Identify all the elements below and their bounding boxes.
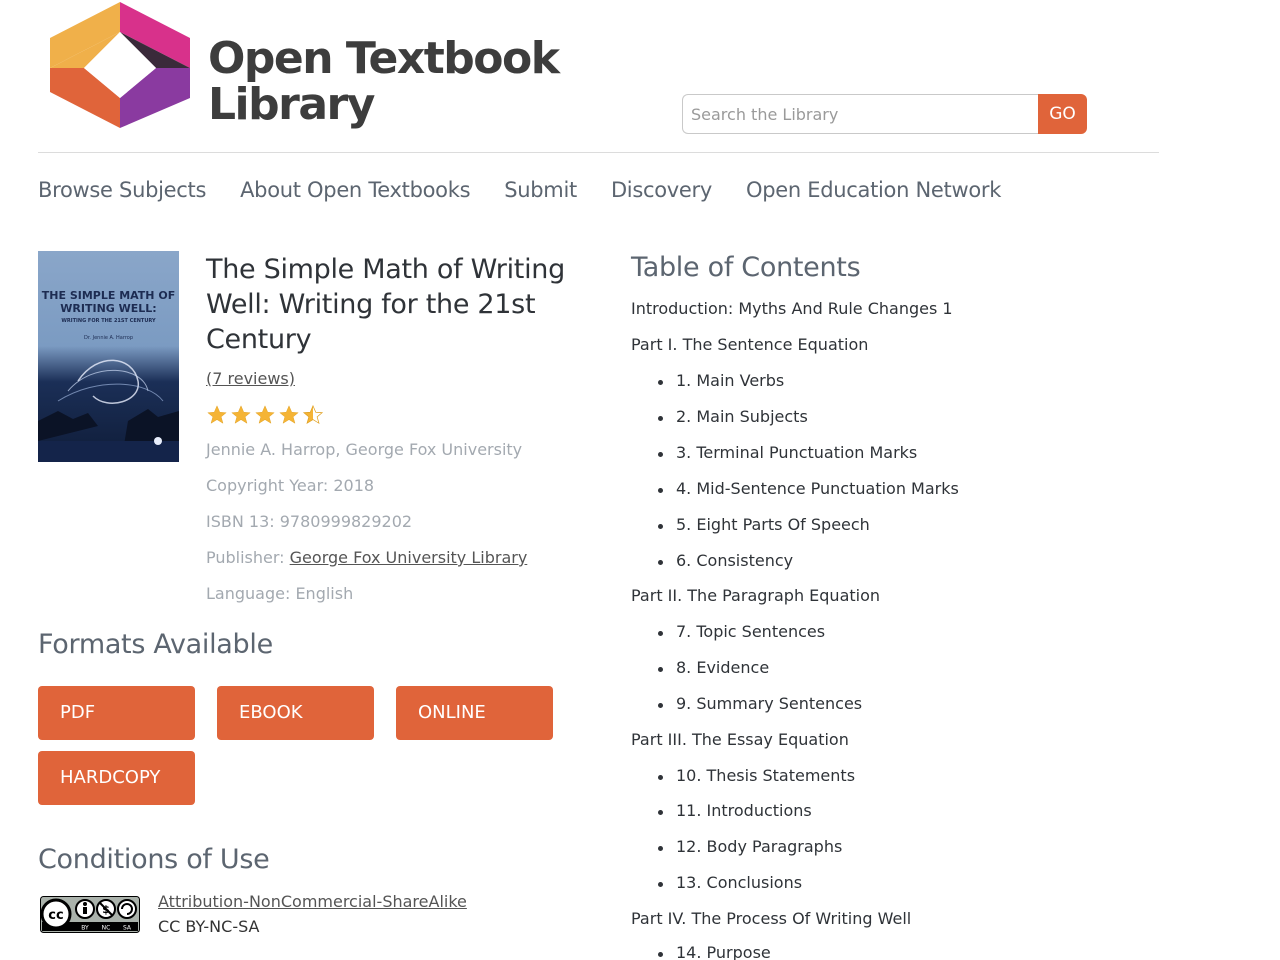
book-authors: Jennie A. Harrop, George Fox University	[206, 440, 523, 459]
language: Language: English	[206, 584, 354, 603]
toc-chapter[interactable]: 5. Eight Parts Of Speech	[658, 515, 870, 534]
license-name-link[interactable]: Attribution-NonCommercial-ShareAlike	[158, 892, 467, 911]
star-full-icon	[207, 405, 227, 424]
book-title: The Simple Math of Writing Well: Writing…	[206, 254, 565, 355]
toc-chapter[interactable]: 14. Purpose	[658, 943, 771, 960]
copyright-year: Copyright Year: 2018	[206, 476, 375, 495]
publisher-label: Publisher:	[206, 548, 290, 567]
nav-about-open-textbooks[interactable]: About Open Textbooks	[240, 178, 470, 202]
svg-text:cc: cc	[48, 908, 63, 923]
star-full-icon	[255, 405, 275, 424]
toc-chapter[interactable]: 1. Main Verbs	[657, 371, 784, 390]
toc-chapter[interactable]: 6. Consistency	[657, 551, 793, 570]
toc-item[interactable]: Introduction: Myths And Rule Changes 1	[631, 299, 953, 318]
search-bar: GO	[682, 94, 1087, 134]
toc-chapter[interactable]: 10. Thesis Statements	[657, 766, 855, 785]
svg-text:SA: SA	[123, 925, 132, 932]
cc-license-icon[interactable]: cc $ BY NC SA	[40, 896, 140, 933]
hardcopy-button[interactable]: HARDCOPY	[38, 751, 195, 805]
toc-part[interactable]: Part I. The Sentence Equation	[631, 335, 868, 354]
toc-chapter[interactable]: 3. Terminal Punctuation Marks	[657, 443, 917, 462]
star-full-icon	[279, 405, 299, 424]
toc-part[interactable]: Part IV. The Process Of Writing Well	[631, 909, 911, 928]
search-go-button[interactable]: GO	[1038, 94, 1087, 134]
svg-text:BY: BY	[81, 925, 89, 932]
nav-browse-subjects[interactable]: Browse Subjects	[38, 178, 206, 202]
otl-logo-icon[interactable]	[48, 2, 193, 132]
nav-discovery[interactable]: Discovery	[611, 178, 712, 202]
toc-chapter[interactable]: 11. Introductions	[658, 801, 812, 820]
rating-stars	[206, 404, 324, 426]
brand-line-2: Library	[208, 79, 375, 130]
pdf-button[interactable]: PDF	[38, 686, 195, 740]
toc-chapter[interactable]: 12. Body Paragraphs	[657, 837, 842, 856]
formats-heading: Formats Available	[38, 629, 273, 660]
cover-title: THE SIMPLE MATH OF WRITING WELL:	[41, 289, 176, 315]
conditions-heading: Conditions of Use	[38, 844, 270, 875]
toc-heading: Table of Contents	[631, 252, 861, 283]
toc-chapter[interactable]: 9. Summary Sentences	[657, 694, 862, 713]
toc-chapter[interactable]: 4. Mid-Sentence Punctuation Marks	[658, 479, 959, 498]
brand-line-1: Open Textbook	[208, 33, 560, 84]
main-nav: Browse Subjects About Open Textbooks Sub…	[38, 178, 1001, 202]
site-brand[interactable]: Open Textbook Library	[208, 33, 560, 130]
ebook-button[interactable]: EBOOK	[217, 686, 374, 740]
header-divider	[38, 152, 1159, 153]
star-half-icon	[302, 404, 324, 425]
license-code: CC BY-NC-SA	[158, 917, 260, 936]
cover-subtitle: WRITING FOR THE 21ST CENTURY	[61, 318, 156, 324]
reviews-link[interactable]: (7 reviews)	[206, 369, 295, 388]
book-cover-image: THE SIMPLE MATH OF WRITING WELL: WRITING…	[38, 251, 179, 462]
toc-part[interactable]: Part II. The Paragraph Equation	[631, 586, 880, 605]
online-button[interactable]: ONLINE	[396, 686, 553, 740]
cover-art-icon	[38, 359, 179, 462]
publisher: Publisher: George Fox University Library	[206, 548, 527, 567]
publisher-link[interactable]: George Fox University Library	[290, 548, 528, 567]
nav-open-education-network[interactable]: Open Education Network	[746, 178, 1001, 202]
toc-chapter[interactable]: 7. Topic Sentences	[657, 622, 825, 641]
toc-part[interactable]: Part III. The Essay Equation	[631, 730, 849, 749]
search-input[interactable]	[682, 94, 1038, 134]
isbn: ISBN 13: 9780999829202	[206, 512, 413, 531]
toc-chapter[interactable]: 8. Evidence	[657, 658, 769, 677]
nav-submit[interactable]: Submit	[504, 178, 577, 202]
svg-text:NC: NC	[102, 925, 111, 932]
toc-chapter[interactable]: 2. Main Subjects	[658, 407, 808, 426]
toc-chapter[interactable]: 13. Conclusions	[657, 873, 802, 892]
star-full-icon	[231, 405, 251, 424]
